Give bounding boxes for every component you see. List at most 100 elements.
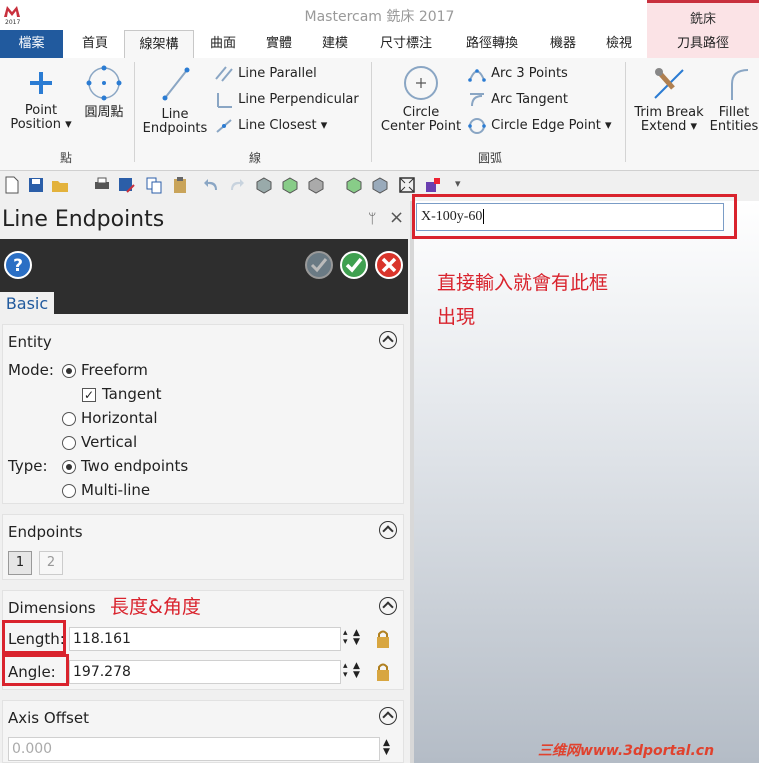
annotation-highlight-input [412,194,737,239]
arc-3-points-icon [468,68,486,82]
endpoint-1-button[interactable]: 1 [8,551,32,575]
endpoints-section: Endpoints 1 2 [2,514,404,580]
trim-label-2: Extend ▾ [640,119,698,134]
lock-icon[interactable] [375,629,391,649]
endpoints-section-title: Endpoints [8,523,83,541]
angle-stepper[interactable]: ▴ ▾ [343,662,348,680]
line-closest-label: Line Closest [238,118,317,133]
line-endpoints-button[interactable]: Line Endpoints [138,62,212,136]
dimensions-section-title: Dimensions [8,599,96,617]
length-stepper[interactable]: ▴ ▾ [343,629,348,647]
color-icon[interactable] [424,176,442,194]
ribbon-separator [134,62,135,162]
vertical-radio[interactable] [62,436,76,450]
length-input[interactable]: 118.161 [69,627,341,651]
paste-icon[interactable] [171,176,189,194]
tab-file[interactable]: 檔案 [0,30,63,58]
line-perpendicular-label: Line Perpendicular [238,92,359,107]
view-cube-icon[interactable] [255,176,273,194]
arc-3-points-button[interactable]: Arc 3 Points [467,63,568,85]
close-panel-icon[interactable]: × [389,207,404,228]
annotation-input-note: 直接輸入就會有此框 出現 [437,272,609,328]
parallel-lines-icon [215,65,233,82]
save-as-icon[interactable] [117,176,135,194]
line-endpoints-label-2: Endpoints [142,121,208,136]
tab-transform[interactable]: 路徑轉換 [456,30,528,58]
annotation-highlight-angle [2,654,69,686]
group-label-arcs: 圓弧 [477,151,502,165]
circle-point-button[interactable]: 圓周點 [80,64,128,120]
circle-edge-point-button[interactable]: Circle Edge Point ▾ [467,115,612,137]
annotation-highlight-length [2,620,66,654]
mode-label: Mode: [8,361,54,379]
point-position-button[interactable]: Point Position ▾ [4,66,78,132]
cancel-icon[interactable] [374,250,404,280]
print-icon[interactable] [93,176,111,194]
tab-machine[interactable]: 機器 [538,30,588,58]
open-folder-icon[interactable] [51,176,69,194]
new-file-icon[interactable] [3,176,21,194]
watermark: 三维网www.3dportal.cn [538,743,715,759]
collapse-icon[interactable] [379,597,397,615]
redo-icon[interactable] [227,176,245,194]
ok-check-icon[interactable] [339,250,369,280]
tab-basic[interactable]: Basic [0,292,54,316]
view-front-icon[interactable] [307,176,325,194]
tangent-checkbox[interactable]: ✓ [82,388,96,402]
circle-center-label-1: Circle [402,105,440,120]
horizontal-label: Horizontal [81,409,158,427]
fit-screen-icon[interactable] [398,176,416,194]
fillet-entities-button[interactable]: Fillet Entities [706,64,759,134]
tangent-label: Tangent [102,385,162,403]
tab-view[interactable]: 檢視 [594,30,644,58]
panel-title: Line Endpoints [2,207,165,232]
circle-center-point-button[interactable]: Circle Center Point [376,64,466,134]
qat-more-icon[interactable]: ▾ [455,177,461,190]
panel-action-bar: ? [0,239,408,314]
trim-label-1: Trim Break [634,105,704,120]
context-tab-label[interactable]: 銑床 [647,0,759,30]
axis-offset-input[interactable]: 0.000 [8,737,380,761]
line-closest-button[interactable]: Line Closest ▾ [214,115,327,137]
ok-create-new-icon[interactable] [304,250,334,280]
trim-icon [654,68,684,99]
length-spin[interactable]: ▲ ▼ [353,629,360,647]
view-iso-icon[interactable] [371,176,389,194]
trim-break-extend-button[interactable]: Trim Break Extend ▾ [630,64,708,134]
tab-surfaces[interactable]: 曲面 [198,30,248,58]
undo-icon[interactable] [203,176,221,194]
pin-icon[interactable]: ᛘ [368,211,376,227]
view-right-icon[interactable] [345,176,363,194]
axis-offset-spin[interactable]: ▲ ▼ [383,739,390,757]
arc-tangent-button[interactable]: Arc Tangent [467,89,568,111]
line-parallel-button[interactable]: Line Parallel [214,63,317,85]
tab-home[interactable]: 首頁 [70,30,120,58]
save-icon[interactable] [27,176,45,194]
endpoint-2-button[interactable]: 2 [39,551,63,575]
angle-spin[interactable]: ▲ ▼ [353,662,360,680]
copy-icon[interactable] [145,176,163,194]
tab-solids[interactable]: 實體 [254,30,304,58]
horizontal-radio[interactable] [62,412,76,426]
tab-model-prep[interactable]: 建模 [310,30,360,58]
collapse-icon[interactable] [379,331,397,349]
line-endpoints-icon [162,67,190,101]
freeform-radio[interactable] [62,364,76,378]
multi-line-radio[interactable] [62,484,76,498]
freeform-label: Freeform [81,361,148,379]
view-top-icon[interactable] [281,176,299,194]
lock-icon[interactable] [375,662,391,682]
two-endpoints-radio[interactable] [62,460,76,474]
line-perpendicular-button[interactable]: Line Perpendicular [214,89,359,111]
tab-drafting[interactable]: 尺寸標注 [370,30,442,58]
ribbon-separator [625,62,626,162]
tab-toolpaths[interactable]: 刀具路徑 [647,30,759,58]
collapse-icon[interactable] [379,707,397,725]
angle-input[interactable]: 197.278 [69,660,341,684]
help-icon[interactable]: ? [3,250,33,280]
type-label: Type: [8,457,48,475]
entity-section-title: Entity [8,333,52,351]
collapse-icon[interactable] [379,521,397,539]
fillet-icon [731,69,749,100]
tab-wireframe[interactable]: 線架構 [124,30,194,59]
